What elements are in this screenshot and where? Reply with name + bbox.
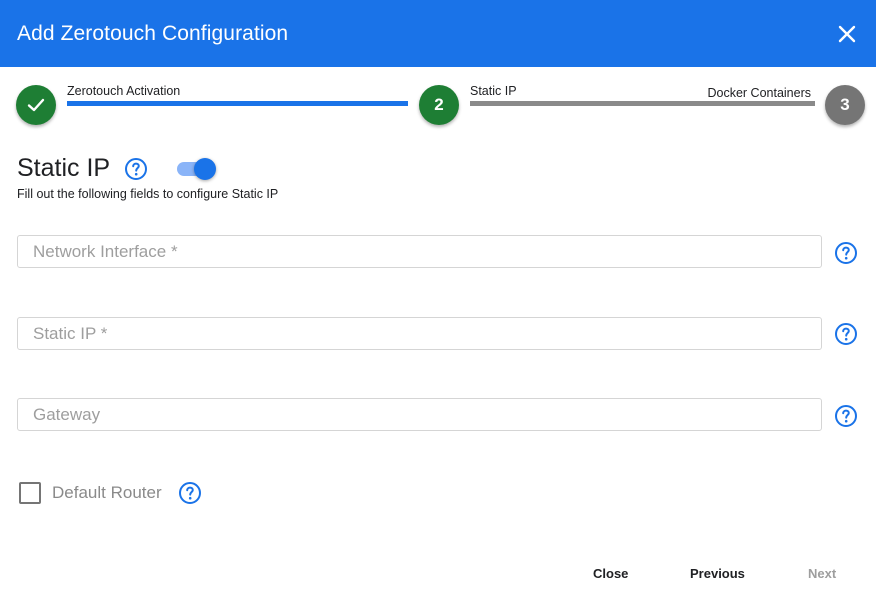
step-3-label: Docker Containers xyxy=(707,86,811,100)
next-button[interactable]: Next xyxy=(808,566,836,581)
network-interface-input[interactable] xyxy=(17,235,822,268)
help-icon[interactable] xyxy=(834,404,858,428)
default-router-label: Default Router xyxy=(52,483,162,502)
help-icon[interactable] xyxy=(124,157,148,181)
stepper: Zerotouch Activation 2 Static IP Docker … xyxy=(0,67,876,137)
step-1-progress-bar xyxy=(67,101,408,106)
help-icon[interactable] xyxy=(834,241,858,265)
section-title: Static IP xyxy=(17,154,111,182)
step-2-active[interactable]: 2 xyxy=(419,85,459,125)
step-3-pending[interactable]: 3 xyxy=(825,85,865,125)
step-1-label: Zerotouch Activation xyxy=(67,84,181,98)
previous-button[interactable]: Previous xyxy=(690,566,745,581)
static-ip-input[interactable] xyxy=(17,317,822,350)
check-icon xyxy=(27,98,45,112)
dialog-header: Add Zerotouch Configuration xyxy=(0,0,876,67)
close-button[interactable]: Close xyxy=(593,566,628,581)
step-2-label: Static IP xyxy=(470,84,517,98)
toggle-thumb xyxy=(194,158,216,180)
step-1-completed[interactable] xyxy=(16,85,56,125)
dialog-title: Add Zerotouch Configuration xyxy=(17,21,289,45)
step-2-progress-bar xyxy=(470,101,815,106)
section-description: Fill out the following fields to configu… xyxy=(17,187,279,201)
help-icon[interactable] xyxy=(178,481,202,505)
gateway-input[interactable] xyxy=(17,398,822,431)
default-router-checkbox[interactable] xyxy=(19,482,41,504)
help-icon[interactable] xyxy=(834,322,858,346)
close-icon[interactable] xyxy=(836,23,858,45)
static-ip-toggle[interactable] xyxy=(177,158,217,180)
